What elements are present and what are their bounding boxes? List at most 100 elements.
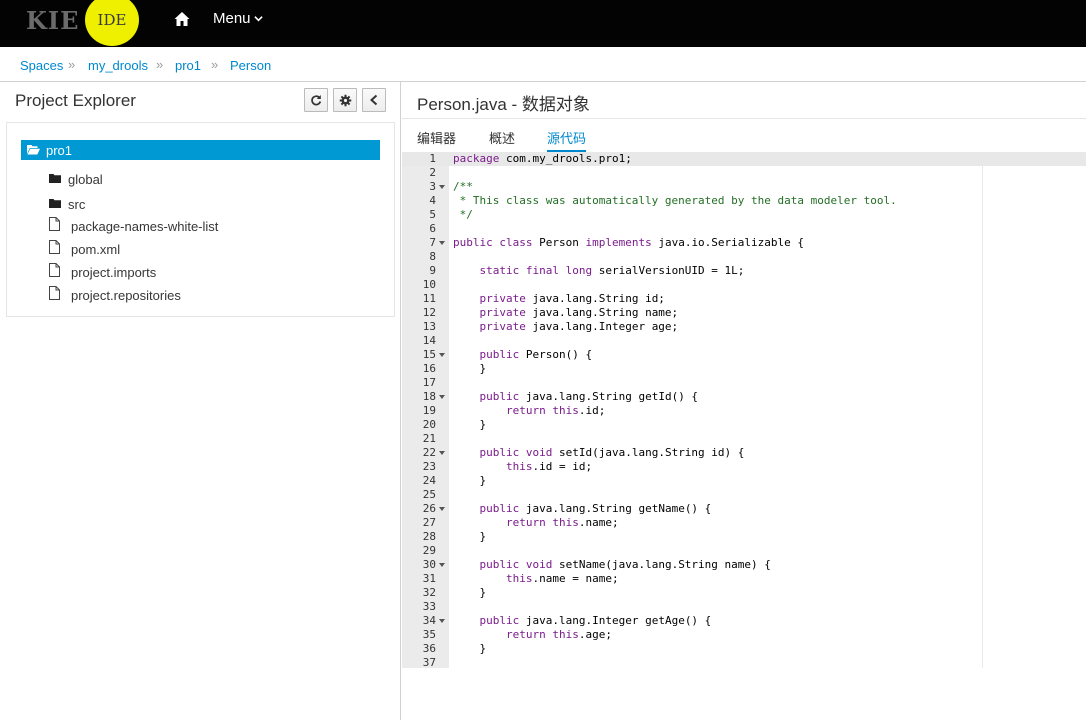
code-keyword: return this (505, 404, 579, 417)
code-line[interactable]: 17 (402, 376, 1086, 390)
fold-arrow-icon[interactable] (439, 395, 445, 399)
code-text: } (453, 418, 486, 432)
code-line[interactable]: 1 package com.my_drools.pro1; (402, 152, 1086, 166)
code-text: return this.age; (453, 628, 612, 642)
code-token: } (453, 474, 487, 487)
line-number: 7 (429, 236, 436, 249)
settings-button[interactable] (333, 88, 357, 112)
code-line[interactable]: 14 (402, 334, 1086, 348)
fold-arrow-icon[interactable] (439, 619, 445, 623)
tab-source[interactable]: 源代码 (547, 128, 587, 152)
code-comment: * This class was automatically generated… (453, 194, 897, 207)
home-icon[interactable] (173, 10, 191, 28)
fold-arrow-icon[interactable] (439, 185, 445, 189)
chevron-left-icon (370, 94, 378, 106)
breadcrumb-separator: » (156, 57, 164, 72)
code-line[interactable]: 36 } (402, 642, 1086, 656)
code-text: public java.lang.String getId() { (453, 390, 699, 404)
refresh-button[interactable] (304, 88, 328, 112)
code-text: public void setName(java.lang.String nam… (453, 558, 771, 572)
tree-root-label: pro1 (46, 143, 73, 158)
code-line[interactable]: 34 public java.lang.Integer getAge() { (402, 614, 1086, 628)
line-number: 20 (422, 418, 436, 431)
code-line[interactable]: 10 (402, 278, 1086, 292)
code-line[interactable]: 13 private java.lang.Integer age; (402, 320, 1086, 334)
tab-editor[interactable]: 编辑器 (417, 128, 456, 152)
code-line[interactable]: 33 (402, 600, 1086, 614)
line-number: 8 (429, 250, 436, 263)
code-keyword: implements (585, 236, 652, 249)
code-line[interactable]: 15 public Person() { (402, 348, 1086, 362)
code-line[interactable]: 4 * This class was automatically generat… (402, 194, 1086, 208)
fold-arrow-icon[interactable] (439, 507, 445, 511)
code-text: this.name = name; (453, 572, 619, 586)
code-line[interactable]: 9 static final long serialVersionUID = 1… (402, 264, 1086, 278)
code-line[interactable]: 24 } (402, 474, 1086, 488)
code-line[interactable]: 18 public java.lang.String getId() { (402, 390, 1086, 404)
code-text: */ (453, 208, 473, 222)
code-line[interactable]: 26 public java.lang.String getName() { (402, 502, 1086, 516)
code-line[interactable]: 35 return this.age; (402, 628, 1086, 642)
menu-dropdown[interactable]: Menu (213, 10, 263, 27)
code-token: .name = name; (532, 572, 619, 585)
code-line[interactable]: 5 */ (402, 208, 1086, 222)
line-number: 32 (422, 586, 436, 599)
code-line[interactable]: 28 } (402, 530, 1086, 544)
code-line[interactable]: 6 (402, 222, 1086, 236)
code-line[interactable]: 25 (402, 488, 1086, 502)
fold-arrow-icon[interactable] (439, 451, 445, 455)
breadcrumb-spaces[interactable]: Spaces (20, 58, 63, 73)
code-line[interactable]: 27 return this.name; (402, 516, 1086, 530)
code-line[interactable]: 7 public class Person implements java.io.… (402, 236, 1086, 250)
line-number: 14 (422, 334, 436, 347)
code-line[interactable]: 11 private java.lang.String id; (402, 292, 1086, 306)
code-line[interactable]: 19 return this.id; (402, 404, 1086, 418)
code-keyword: public (479, 390, 520, 403)
tab-overview[interactable]: 概述 (489, 128, 515, 152)
tree-root-pro1[interactable]: pro1 (21, 140, 380, 160)
code-line[interactable]: 21 (402, 432, 1086, 446)
kie-logo: KIE (26, 6, 80, 35)
collapse-panel-button[interactable] (362, 88, 386, 112)
code-line[interactable]: 37 (402, 656, 1086, 668)
breadcrumb-pro1[interactable]: pro1 (175, 58, 201, 73)
code-line[interactable]: 31 this.name = name; (402, 572, 1086, 586)
tree-item-label: src (68, 197, 86, 212)
code-line[interactable]: 32 } (402, 586, 1086, 600)
code-line[interactable]: 20 } (402, 418, 1086, 432)
code-line[interactable]: 2 (402, 166, 1086, 180)
code-keyword: public (479, 502, 520, 515)
code-line[interactable]: 22 public void setId(java.lang.String id… (402, 446, 1086, 460)
code-text: return this.name; (453, 516, 619, 530)
breadcrumb-person[interactable]: Person (230, 58, 271, 73)
line-number: 18 (422, 390, 436, 403)
line-number: 17 (422, 376, 436, 389)
code-line[interactable]: 30 public void setName(java.lang.String … (402, 558, 1086, 572)
line-number: 9 (429, 264, 436, 277)
code-keyword: this (505, 460, 533, 473)
code-line[interactable]: 12 private java.lang.String name; (402, 306, 1086, 320)
folder-icon (49, 174, 61, 183)
project-tree: pro1 global src package-names-white-list… (6, 122, 395, 317)
line-number: 19 (422, 404, 436, 417)
fold-arrow-icon[interactable] (439, 353, 445, 357)
fold-arrow-icon[interactable] (439, 563, 445, 567)
code-token: .id = id; (532, 460, 593, 473)
code-text: * This class was automatically generated… (453, 194, 897, 208)
code-editor[interactable]: 1 package com.my_drools.pro1; 2 3/** 4 * Thi… (402, 152, 1086, 668)
line-number: 23 (422, 460, 436, 473)
chevron-down-icon (253, 16, 263, 22)
code-line[interactable]: 3 /** (402, 180, 1086, 194)
fold-arrow-icon[interactable] (439, 241, 445, 245)
code-line[interactable]: 16 } (402, 362, 1086, 376)
code-line[interactable]: 29 (402, 544, 1086, 558)
breadcrumb-my-drools[interactable]: my_drools (88, 58, 148, 73)
code-line[interactable]: 23 this.id = id; (402, 460, 1086, 474)
code-line[interactable]: 8 (402, 250, 1086, 264)
code-keyword: public void (479, 446, 553, 459)
folder-open-icon (27, 145, 40, 155)
